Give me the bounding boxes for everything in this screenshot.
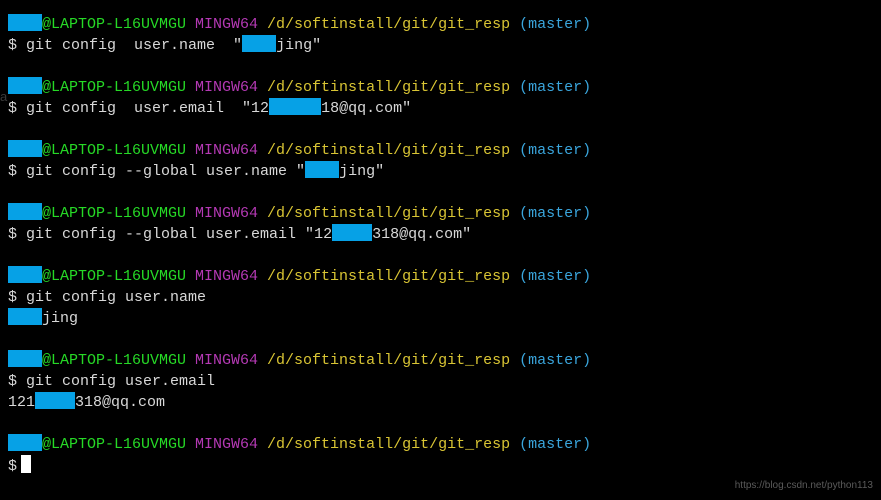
cursor-icon	[21, 455, 31, 473]
shell-text: MINGW64	[186, 16, 267, 33]
host-text: @LAPTOP-L16UVMGU	[42, 436, 186, 453]
redacted-value	[269, 98, 321, 115]
path-text: /d/softinstall/git/git_resp	[267, 352, 510, 369]
host-text: @LAPTOP-L16UVMGU	[42, 142, 186, 159]
output-text: 318@qq.com	[75, 394, 165, 411]
path-text: /d/softinstall/git/git_resp	[267, 16, 510, 33]
host-text: @LAPTOP-L16UVMGU	[42, 16, 186, 33]
branch-text: (master)	[510, 142, 591, 159]
redacted-output	[8, 308, 42, 325]
redacted-user	[8, 434, 42, 451]
shell-text: MINGW64	[186, 436, 267, 453]
redacted-user	[8, 266, 42, 283]
branch-text: (master)	[510, 352, 591, 369]
output-line: 121 318@qq.com	[8, 392, 873, 413]
command-text: git config user.email "12	[26, 100, 269, 117]
command-tail: jing"	[276, 37, 321, 54]
prompt-line: @LAPTOP-L16UVMGU MINGW64 /d/softinstall/…	[8, 203, 873, 224]
prompt-symbol: $	[8, 100, 26, 117]
prompt-line: @LAPTOP-L16UVMGU MINGW64 /d/softinstall/…	[8, 434, 873, 455]
terminal-block: @LAPTOP-L16UVMGU MINGW64 /d/softinstall/…	[8, 77, 873, 119]
output-prefix: 121	[8, 394, 35, 411]
path-text: /d/softinstall/git/git_resp	[267, 142, 510, 159]
command-text: git config --global user.name "	[26, 163, 305, 180]
prompt-line: @LAPTOP-L16UVMGU MINGW64 /d/softinstall/…	[8, 14, 873, 35]
path-text: /d/softinstall/git/git_resp	[267, 436, 510, 453]
output-text: jing	[42, 310, 78, 327]
shell-text: MINGW64	[186, 205, 267, 222]
branch-text: (master)	[510, 79, 591, 96]
host-text: @LAPTOP-L16UVMGU	[42, 205, 186, 222]
prompt-line: @LAPTOP-L16UVMGU MINGW64 /d/softinstall/…	[8, 77, 873, 98]
command-line[interactable]: $ git config user.name	[8, 287, 873, 308]
command-line[interactable]: $ git config --global user.name " jing"	[8, 161, 873, 182]
terminal-block: @LAPTOP-L16UVMGU MINGW64 /d/softinstall/…	[8, 203, 873, 245]
command-tail: 18@qq.com"	[321, 100, 411, 117]
prompt-symbol: $	[8, 226, 26, 243]
branch-text: (master)	[510, 205, 591, 222]
prompt-line: @LAPTOP-L16UVMGU MINGW64 /d/softinstall/…	[8, 266, 873, 287]
command-tail: jing"	[339, 163, 384, 180]
redacted-user	[8, 203, 42, 220]
prompt-symbol: $	[8, 289, 26, 306]
path-text: /d/softinstall/git/git_resp	[267, 268, 510, 285]
redacted-output	[35, 392, 75, 409]
redacted-user	[8, 350, 42, 367]
host-text: @LAPTOP-L16UVMGU	[42, 352, 186, 369]
output-line: jing	[8, 308, 873, 329]
path-text: /d/softinstall/git/git_resp	[267, 79, 510, 96]
terminal-block: @LAPTOP-L16UVMGU MINGW64 /d/softinstall/…	[8, 350, 873, 413]
command-text: git config --global user.email "12	[26, 226, 332, 243]
shell-text: MINGW64	[186, 268, 267, 285]
shell-text: MINGW64	[186, 142, 267, 159]
command-text: git config user.email	[26, 373, 215, 390]
redacted-user	[8, 140, 42, 157]
watermark-text: https://blog.csdn.net/python113	[735, 475, 873, 496]
terminal-block: @LAPTOP-L16UVMGU MINGW64 /d/softinstall/…	[8, 140, 873, 182]
terminal-block: @LAPTOP-L16UVMGU MINGW64 /d/softinstall/…	[8, 266, 873, 329]
redacted-user	[8, 14, 42, 31]
command-line[interactable]: $ git config user.email "12 18@qq.com"	[8, 98, 873, 119]
command-line[interactable]: $ git config --global user.email "12 318@…	[8, 224, 873, 245]
prompt-symbol: $	[8, 37, 26, 54]
command-tail: 318@qq.com"	[372, 226, 471, 243]
branch-text: (master)	[510, 268, 591, 285]
redacted-value	[242, 35, 276, 52]
command-line[interactable]: $ git config user.email	[8, 371, 873, 392]
terminal-block: @LAPTOP-L16UVMGU MINGW64 /d/softinstall/…	[8, 14, 873, 56]
redacted-value	[305, 161, 339, 178]
shell-text: MINGW64	[186, 352, 267, 369]
redacted-user	[8, 77, 42, 94]
prompt-symbol: $	[8, 163, 26, 180]
branch-text: (master)	[510, 16, 591, 33]
host-text: @LAPTOP-L16UVMGU	[42, 268, 186, 285]
cut-hint: a	[0, 86, 7, 107]
command-line[interactable]: $ git config user.name " jing"	[8, 35, 873, 56]
path-text: /d/softinstall/git/git_resp	[267, 205, 510, 222]
terminal-block: @LAPTOP-L16UVMGU MINGW64 /d/softinstall/…	[8, 434, 873, 477]
prompt-line: @LAPTOP-L16UVMGU MINGW64 /d/softinstall/…	[8, 140, 873, 161]
redacted-value	[332, 224, 372, 241]
host-text: @LAPTOP-L16UVMGU	[42, 79, 186, 96]
command-line[interactable]: $	[8, 455, 873, 477]
branch-text: (master)	[510, 436, 591, 453]
prompt-symbol: $	[8, 373, 26, 390]
shell-text: MINGW64	[186, 79, 267, 96]
prompt-symbol: $	[8, 458, 17, 475]
command-text: git config user.name "	[26, 37, 242, 54]
command-text: git config user.name	[26, 289, 206, 306]
prompt-line: @LAPTOP-L16UVMGU MINGW64 /d/softinstall/…	[8, 350, 873, 371]
